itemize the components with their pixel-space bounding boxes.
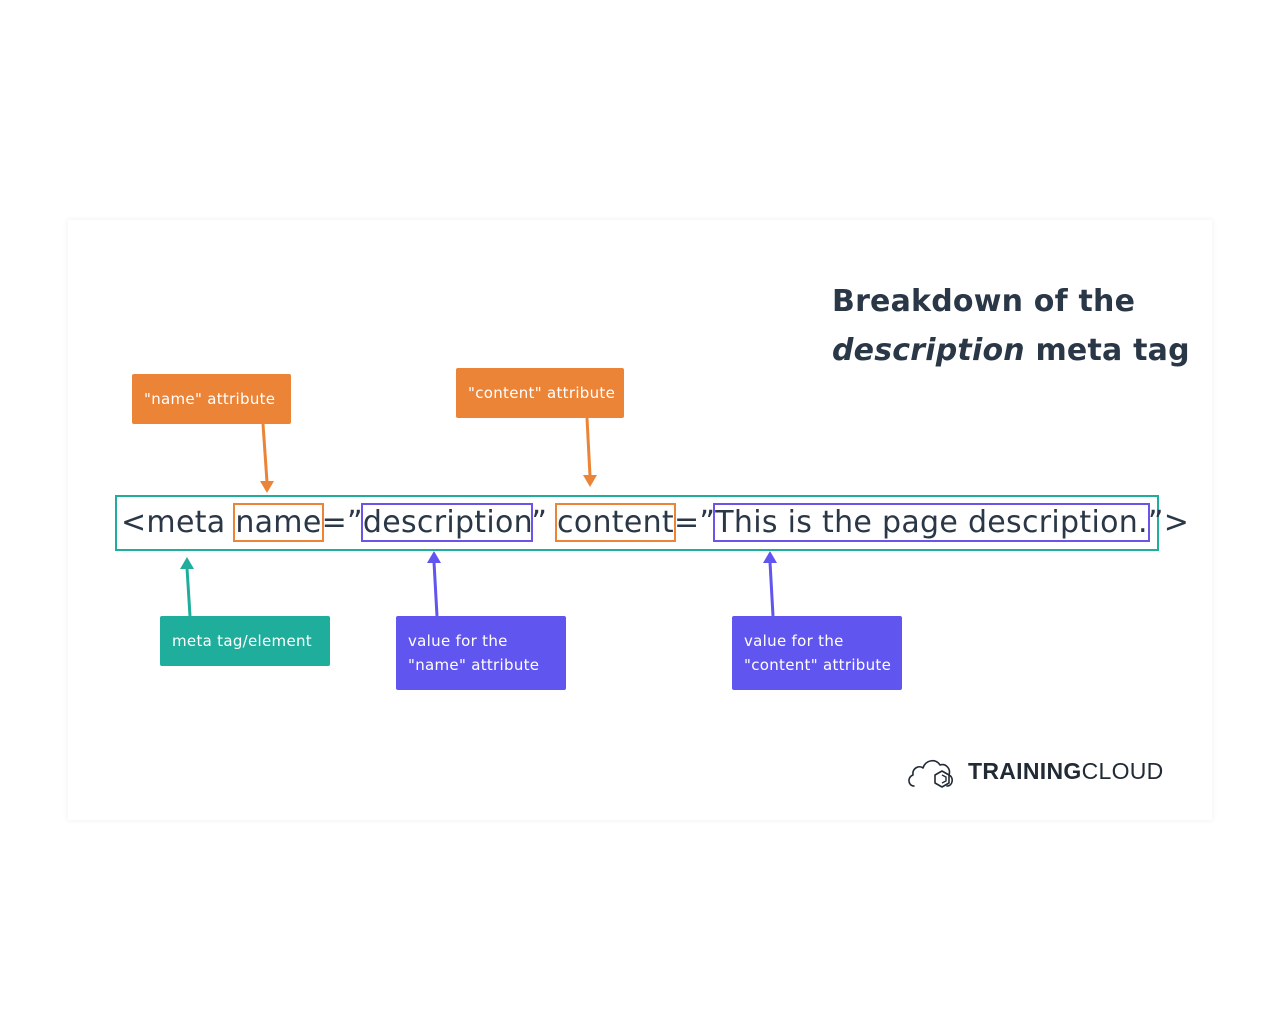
code-value-content: This is the page description. bbox=[713, 503, 1150, 542]
code-eq-1: =” bbox=[321, 505, 363, 540]
label-meta-tag: meta tag/element bbox=[160, 616, 330, 666]
brand-regular: CLOUD bbox=[1081, 758, 1164, 784]
code-prefix: <meta bbox=[121, 505, 236, 540]
label-value-content-line-2: "content" attribute bbox=[744, 656, 892, 674]
title-italic-word: description bbox=[832, 333, 1025, 368]
code-attr-name: name bbox=[233, 503, 324, 542]
label-name-attribute-text: "name" attribute bbox=[144, 390, 276, 408]
label-value-name-line-2: "name" attribute bbox=[408, 656, 540, 674]
meta-tag-code: <meta name=”description” content=”This i… bbox=[121, 499, 1189, 547]
title-line-1: Breakdown of the bbox=[832, 284, 1136, 319]
code-attr-content: content bbox=[555, 503, 676, 542]
diagram-title: Breakdown of the description meta tag bbox=[832, 277, 1212, 375]
brand-wordmark: TRAININGCLOUD bbox=[968, 757, 1164, 785]
code-value-name: description bbox=[360, 503, 534, 542]
label-value-name-line-1: value for the bbox=[408, 632, 508, 650]
label-meta-tag-text: meta tag/element bbox=[172, 632, 312, 650]
title-line-2-rest: meta tag bbox=[1024, 333, 1190, 368]
label-value-content: value for the "content" attribute bbox=[732, 616, 902, 690]
label-name-attribute: "name" attribute bbox=[132, 374, 291, 424]
brand-bold: TRAINING bbox=[968, 758, 1082, 784]
code-close-1: ” bbox=[531, 505, 558, 540]
code-close-2: ”> bbox=[1147, 505, 1190, 540]
label-value-content-line-1: value for the bbox=[744, 632, 844, 650]
title-line-2: description meta tag bbox=[832, 326, 1212, 375]
label-content-attribute-text: "content" attribute bbox=[468, 384, 616, 402]
label-value-name: value for the "name" attribute bbox=[396, 616, 566, 690]
code-eq-2: =” bbox=[674, 505, 716, 540]
label-content-attribute: "content" attribute bbox=[456, 368, 624, 418]
